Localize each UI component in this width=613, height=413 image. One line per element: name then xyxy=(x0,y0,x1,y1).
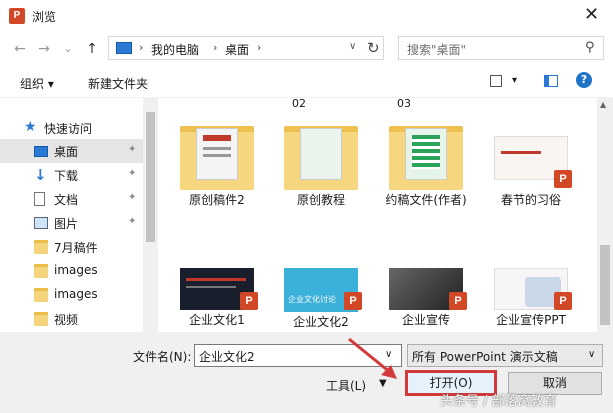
folder-icon xyxy=(284,126,358,190)
thumbnail-caption: 企业文化讨论 xyxy=(288,295,336,304)
ppt-file-item[interactable]: P 企业文化1 xyxy=(170,250,264,330)
sidebar-item-label: images xyxy=(54,263,98,277)
folder-item[interactable]: 原创稿件2 xyxy=(170,118,264,218)
sidebar-item-label: 图片 xyxy=(54,217,79,231)
organize-button[interactable]: 组织 ▾ xyxy=(20,75,54,92)
sidebar-item-label: 桌面 xyxy=(54,145,79,159)
search-input[interactable]: 搜索"桌面" ⚲ xyxy=(398,36,604,60)
breadcrumb-separator: › xyxy=(139,41,144,54)
help-icon[interactable]: ? xyxy=(576,72,592,88)
sidebar-scrollbar-thumb[interactable] xyxy=(146,112,155,242)
navigation-pane: ★ 快速访问 桌面 ✦ ↓ 下载 ✦ 文档 ✦ 图片 ✦ 7月稿件 images… xyxy=(0,98,158,332)
watermark: 头条号 / 部落窝教育 xyxy=(440,394,557,409)
star-icon: ★ xyxy=(24,119,37,135)
sidebar-item-label: 快速访问 xyxy=(44,122,93,136)
up-arrow-icon[interactable]: ↑ xyxy=(82,39,102,59)
powerpoint-app-icon: P xyxy=(9,8,25,24)
file-name: 约稿文件(作者) xyxy=(385,193,467,207)
ppt-file-item[interactable]: P 企业宣传PPT xyxy=(484,250,578,330)
pin-icon[interactable]: ✦ xyxy=(128,168,136,179)
powerpoint-icon: P xyxy=(554,170,572,188)
ppt-file-item[interactable]: P 企业宣传 xyxy=(379,250,473,330)
preview-pane-icon[interactable] xyxy=(544,75,558,87)
sidebar-item-label: 视频 xyxy=(54,313,79,327)
sidebar-item-july-drafts[interactable]: 7月稿件 xyxy=(0,235,143,259)
file-name: 原创教程 xyxy=(296,193,345,207)
powerpoint-icon: P xyxy=(344,292,362,310)
powerpoint-icon: P xyxy=(554,292,572,310)
sidebar-item-downloads[interactable]: ↓ 下载 ✦ xyxy=(0,163,143,187)
download-icon: ↓ xyxy=(34,166,47,184)
file-name: 企业文化1 xyxy=(189,313,245,327)
file-type-dropdown-icon[interactable]: ∨ xyxy=(588,349,595,360)
document-icon xyxy=(34,192,45,206)
address-bar[interactable]: › 我的电脑 › 桌面 › ∨ ↻ xyxy=(108,36,384,60)
folder-label-03: 03 xyxy=(397,98,411,110)
folder-icon xyxy=(34,264,48,278)
ppt-file-item[interactable]: P 春节的习俗 xyxy=(484,118,578,218)
sidebar-item-label: 下载 xyxy=(54,169,79,183)
file-list-scrollbar-thumb[interactable] xyxy=(600,245,610,325)
search-icon[interactable]: ⚲ xyxy=(585,40,595,55)
folder-icon xyxy=(180,126,254,190)
close-button[interactable]: ✕ xyxy=(570,0,613,32)
sidebar-item-images[interactable]: images xyxy=(0,283,143,307)
pin-icon[interactable]: ✦ xyxy=(128,192,136,203)
picture-icon xyxy=(34,217,48,229)
sidebar-item-images[interactable]: images xyxy=(0,259,143,283)
sidebar-item-label: 文档 xyxy=(54,193,79,207)
folder-icon xyxy=(34,312,48,326)
sidebar-item-documents[interactable]: 文档 ✦ xyxy=(0,187,143,211)
breadcrumb-separator: › xyxy=(213,41,218,54)
new-folder-button[interactable]: 新建文件夹 xyxy=(88,75,148,92)
file-type-select[interactable]: 所有 PowerPoint 演示文稿 ∨ xyxy=(407,344,603,367)
folder-item[interactable]: 约稿文件(作者) xyxy=(379,118,473,228)
computer-icon xyxy=(116,42,132,54)
filename-value: 企业文化2 xyxy=(199,350,255,364)
folder-icon xyxy=(389,126,463,190)
breadcrumb-my-computer[interactable]: 我的电脑 xyxy=(151,41,199,58)
file-name: 企业文化2 xyxy=(293,315,349,329)
search-placeholder: 搜索"桌面" xyxy=(407,43,467,57)
file-type-value: 所有 PowerPoint 演示文稿 xyxy=(412,350,558,364)
folder-icon xyxy=(34,240,48,254)
title-bar: P 浏览 ✕ xyxy=(0,0,613,32)
file-list: 02 03 原创稿件2 原创教程 约稿文件(作者) P 春节的习俗 P 企业文化… xyxy=(158,98,598,332)
sidebar-item-label: images xyxy=(54,287,98,301)
sidebar-item-label: 7月稿件 xyxy=(54,241,98,255)
recent-dropdown-icon[interactable]: ⌄ xyxy=(58,39,78,59)
folder-item[interactable]: 原创教程 xyxy=(274,118,368,218)
filename-label: 文件名(N): xyxy=(133,350,192,364)
pin-icon[interactable]: ✦ xyxy=(128,216,136,227)
breadcrumb-separator: › xyxy=(257,41,262,54)
powerpoint-icon: P xyxy=(240,292,258,310)
back-arrow-icon[interactable]: ← xyxy=(10,39,30,59)
folder-label-02: 02 xyxy=(292,98,306,110)
breadcrumb-desktop[interactable]: 桌面 xyxy=(225,41,249,58)
folder-icon xyxy=(34,288,48,302)
sidebar-item-desktop[interactable]: 桌面 ✦ xyxy=(0,139,143,163)
ppt-file-item-selected[interactable]: 企业文化讨论 P 企业文化2 xyxy=(274,250,368,330)
file-name: 原创稿件2 xyxy=(189,193,245,207)
file-name: 春节的习俗 xyxy=(500,193,561,207)
file-name: 企业宣传 xyxy=(401,313,450,327)
annotation-arrow-icon xyxy=(348,337,397,379)
scroll-up-icon[interactable]: ▲ xyxy=(600,100,606,109)
powerpoint-icon: P xyxy=(449,292,467,310)
view-dropdown-icon[interactable]: ▾ xyxy=(512,75,517,86)
window-title: 浏览 xyxy=(32,10,57,24)
pin-icon[interactable]: ✦ xyxy=(128,144,136,155)
forward-arrow-icon[interactable]: → xyxy=(34,39,54,59)
view-options-icon[interactable] xyxy=(490,75,502,87)
toolbar: 组织 ▾ 新建文件夹 ▾ ? xyxy=(0,66,613,98)
refresh-icon[interactable]: ↻ xyxy=(367,39,380,57)
file-name: 企业宣传PPT xyxy=(496,313,566,327)
desktop-icon xyxy=(34,146,48,157)
sidebar-item-pictures[interactable]: 图片 ✦ xyxy=(0,211,143,235)
sidebar-item-quick-access[interactable]: ★ 快速访问 xyxy=(0,116,143,140)
address-dropdown-icon[interactable]: ∨ xyxy=(349,41,356,52)
sidebar-item-videos[interactable]: 视频 xyxy=(0,307,143,331)
